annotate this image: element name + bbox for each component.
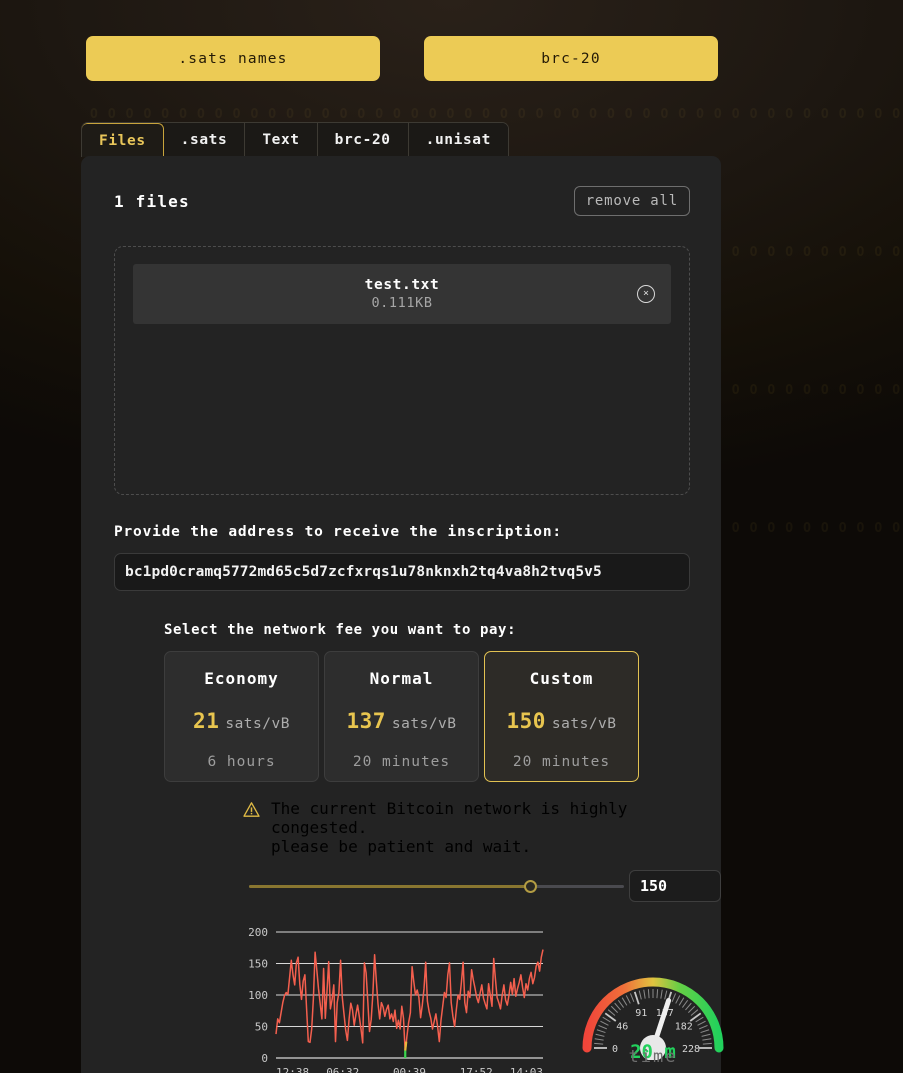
app-root: OOOOOOOOOOOOOOOOOOOOOOOOOOOOOOOOOOOOOOOO…	[0, 0, 903, 1073]
fee-rate-value: 137	[346, 709, 385, 733]
time-gauge-chart: 04691137182228 20 m	[573, 948, 733, 1060]
fee-option-normal[interactable]: Normal 137 sats/vB 20 minutes	[324, 651, 479, 782]
files-count-label: 1 files	[114, 192, 190, 211]
fee-option-title: Custom	[530, 669, 594, 688]
fee-option-cards: Economy 21 sats/vB 6 hours Normal 137 sa…	[164, 651, 721, 782]
address-label: Provide the address to receive the inscr…	[114, 524, 721, 540]
fee-section-label: Select the network fee you want to pay:	[164, 622, 721, 638]
chart-y-tick-labels: 0 50 100 150 200	[248, 926, 268, 1065]
file-size-label: 0.111KB	[371, 295, 432, 311]
fee-slider[interactable]	[249, 877, 605, 895]
tab-strip: Files .sats Text brc-20 .unisat	[81, 122, 509, 157]
visualization-row: 0 50 100 150 200 12:38 06:32 00:39 17:52 14:03	[81, 918, 721, 1073]
promo-sats-names-button[interactable]: .sats names	[86, 36, 380, 81]
fee-history-chart: 0 50 100 150 200 12:38 06:32 00:39 17:52 14:03	[231, 918, 551, 1073]
promo-brc20-button[interactable]: brc-20	[424, 36, 718, 81]
fee-rate-input[interactable]	[629, 870, 721, 902]
fee-option-custom[interactable]: Custom 150 sats/vB 20 minutes	[484, 651, 639, 782]
fee-rate-value: 150	[506, 709, 545, 733]
warning-triangle-icon	[243, 802, 260, 817]
fee-eta-label: 20 minutes	[353, 754, 450, 770]
svg-text:00:39: 00:39	[393, 1066, 426, 1073]
file-dropzone[interactable]: test.txt 0.111KB ×	[114, 246, 690, 495]
fee-rate-unit: sats/vB	[552, 716, 617, 732]
svg-text:06:32: 06:32	[326, 1066, 359, 1073]
tab-files[interactable]: Files	[81, 123, 164, 157]
fee-rate-row: 21 sats/vB	[193, 709, 290, 733]
warning-line-1: The current Bitcoin network is highly co…	[271, 799, 721, 837]
fee-option-title: Normal	[370, 669, 434, 688]
congestion-warning: The current Bitcoin network is highly co…	[243, 799, 721, 856]
slider-thumb[interactable]	[524, 880, 537, 893]
chart-x-tick-labels: 12:38 06:32 00:39 17:52 14:03	[276, 1066, 543, 1073]
remove-file-icon[interactable]: ×	[637, 285, 655, 303]
gauge-caption-label: time	[573, 1047, 733, 1067]
svg-text:17:52: 17:52	[460, 1066, 493, 1073]
svg-text:91: 91	[635, 1008, 647, 1019]
file-list-item[interactable]: test.txt 0.111KB ×	[133, 264, 671, 324]
panel-header: 1 files remove all	[81, 156, 721, 216]
svg-text:0: 0	[261, 1052, 268, 1065]
svg-text:200: 200	[248, 926, 268, 939]
fee-eta-label: 20 minutes	[513, 754, 610, 770]
svg-text:12:38: 12:38	[276, 1066, 309, 1073]
fee-rate-value: 21	[193, 709, 219, 733]
svg-text:182: 182	[675, 1022, 693, 1033]
fee-option-title: Economy	[204, 669, 278, 688]
svg-text:100: 100	[248, 989, 268, 1002]
file-name-label: test.txt	[365, 277, 440, 293]
remove-all-button[interactable]: remove all	[574, 186, 690, 216]
chart-line-series	[276, 950, 543, 1053]
main-panel: 1 files remove all test.txt 0.111KB × Pr…	[81, 156, 721, 1073]
fee-rate-unit: sats/vB	[225, 716, 290, 732]
receive-address-input[interactable]	[114, 553, 690, 591]
tab-unisat[interactable]: .unisat	[409, 123, 508, 157]
slider-fill	[249, 885, 530, 888]
fee-eta-label: 6 hours	[207, 754, 275, 770]
fee-rate-row: 137 sats/vB	[346, 709, 456, 733]
fee-rate-row: 150 sats/vB	[506, 709, 616, 733]
svg-text:150: 150	[248, 958, 268, 971]
chart-anomaly-marker	[405, 1042, 406, 1058]
tab-sats[interactable]: .sats	[164, 123, 246, 157]
tab-brc20[interactable]: brc-20	[318, 123, 409, 157]
tab-text[interactable]: Text	[245, 123, 317, 157]
promo-button-row: .sats names brc-20	[86, 36, 718, 81]
svg-text:46: 46	[616, 1022, 628, 1033]
fee-rate-unit: sats/vB	[392, 716, 457, 732]
fee-option-economy[interactable]: Economy 21 sats/vB 6 hours	[164, 651, 319, 782]
svg-text:50: 50	[255, 1021, 268, 1034]
warning-line-2: please be patient and wait.	[271, 837, 721, 856]
svg-text:14:03: 14:03	[510, 1066, 543, 1073]
congestion-warning-text: The current Bitcoin network is highly co…	[271, 799, 721, 856]
fee-slider-row	[249, 870, 721, 902]
